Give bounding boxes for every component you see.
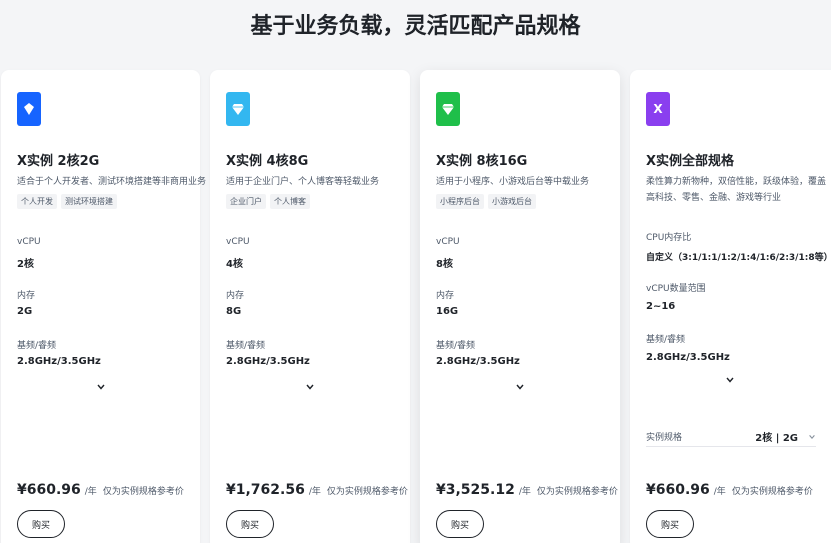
product-icon [226,92,250,126]
gem-icon [232,104,244,115]
product-card-4c8g: X实例 4核8G 适用于企业门户、个人博客等轻载业务 企业门户 个人博客 vCP… [210,70,410,543]
product-icon [17,92,41,126]
price-unit: /年 [308,487,321,497]
tag: 小程序后台 [436,194,484,209]
buy-button[interactable]: 购买 [17,510,65,538]
card-description: 适用于小程序、小游戏后台等中载业务 [436,177,590,187]
spec-label-frequency: 基频/睿频 [226,341,266,351]
tag-list: 个人开发 测试环境搭建 [17,194,117,209]
instance-spec-select[interactable]: 实例规格 2核 | 2G [646,427,816,447]
card-description: 适用于企业门户、个人博客等轻载业务 [226,177,380,187]
spec-value-memory: 16G [436,306,459,317]
spec-value-cpu-memory-ratio: 自定义（3:1/1:1/1:2/1:4/1:6/2:3/1:8等） [646,253,831,263]
spec-label-memory: 内存 [436,291,455,301]
spec-label-vcpu: vCPU [436,237,460,247]
buy-button[interactable]: 购买 [436,510,484,538]
buy-button[interactable]: 购买 [226,510,274,538]
price-row: ¥660.96 /年 仅为实例规格参考价 [646,482,813,498]
spec-value-vcpu: 4核 [226,259,243,270]
spec-value-frequency: 2.8GHz/3.5GHz [17,356,101,367]
price-row: ¥3,525.12 /年 仅为实例规格参考价 [436,482,618,498]
tag-list: 企业门户 个人博客 [226,194,310,209]
spec-label-frequency: 基频/睿频 [17,341,57,351]
spec-value-memory: 8G [226,306,242,317]
card-description: 柔性算力新物种，双倍性能，跃级体验，覆盖高科技、零售、金融、游戏等行业 [646,177,827,203]
tag: 企业门户 [226,194,266,209]
spec-value-vcpu: 8核 [436,259,453,270]
chevron-down-icon[interactable] [725,375,735,385]
card-title: X实例 2核2G [17,154,100,169]
diamond-icon [24,103,34,115]
select-value: 2核 | 2G [755,433,798,444]
price-unit: /年 [713,487,726,497]
price-note: 仅为实例规格参考价 [102,487,184,497]
product-card-8c16g: X实例 8核16G 适用于小程序、小游戏后台等中载业务 小程序后台 小游戏后台 … [420,70,620,543]
spec-value-frequency: 2.8GHz/3.5GHz [646,352,730,363]
spec-value-frequency: 2.8GHz/3.5GHz [436,356,520,367]
card-title: X实例 4核8G [226,154,309,169]
x-letter-icon: X [653,102,663,116]
price-note: 仅为实例规格参考价 [536,487,618,497]
gem-icon [442,104,454,115]
chevron-down-icon[interactable] [305,382,315,392]
price: ¥3,525.12 [436,482,515,498]
chevron-down-icon[interactable] [515,382,525,392]
product-icon [436,92,460,126]
price: ¥660.96 [646,482,710,498]
spec-label-vcpu-range: vCPU数量范围 [646,284,706,294]
spec-label-cpu-memory-ratio: CPU内存比 [646,233,692,243]
spec-label-frequency: 基频/睿频 [646,335,686,345]
price-unit: /年 [84,487,97,497]
price-note: 仅为实例规格参考价 [326,487,408,497]
tag-list: 小程序后台 小游戏后台 [436,194,536,209]
chevron-down-icon[interactable] [96,382,106,392]
price-row: ¥660.96 /年 仅为实例规格参考价 [17,482,184,498]
tag: 小游戏后台 [488,194,536,209]
card-description: 适合于个人开发者、测试环境搭建等非商用业务 [17,177,207,187]
price: ¥1,762.56 [226,482,305,498]
chevron-down-icon[interactable] [808,433,816,441]
spec-value-vcpu-range: 2~16 [646,301,676,312]
spec-value-memory: 2G [17,306,33,317]
product-card-all-specs: X X实例全部规格 柔性算力新物种，双倍性能，跃级体验，覆盖高科技、零售、金融、… [630,70,831,543]
price: ¥660.96 [17,482,81,498]
buy-button[interactable]: 购买 [646,510,694,538]
spec-label-frequency: 基频/睿频 [436,341,476,351]
select-label: 实例规格 [646,433,683,443]
spec-label-vcpu: vCPU [226,237,250,247]
tag: 个人博客 [270,194,310,209]
spec-label-vcpu: vCPU [17,237,41,247]
price-note: 仅为实例规格参考价 [731,487,813,497]
card-title: X实例 8核16G [436,154,528,169]
spec-label-memory: 内存 [17,291,36,301]
price-row: ¥1,762.56 /年 仅为实例规格参考价 [226,482,408,498]
tag: 测试环境搭建 [61,194,117,209]
product-icon: X [646,92,670,126]
spec-value-vcpu: 2核 [17,259,34,270]
card-title: X实例全部规格 [646,154,735,169]
product-card-2c2g: X实例 2核2G 适合于个人开发者、测试环境搭建等非商用业务 个人开发 测试环境… [1,70,206,543]
spec-value-frequency: 2.8GHz/3.5GHz [226,356,310,367]
tag: 个人开发 [17,194,57,209]
page-title: 基于业务负载，灵活匹配产品规格 [250,14,581,39]
price-unit: /年 [518,487,531,497]
spec-label-memory: 内存 [226,291,245,301]
